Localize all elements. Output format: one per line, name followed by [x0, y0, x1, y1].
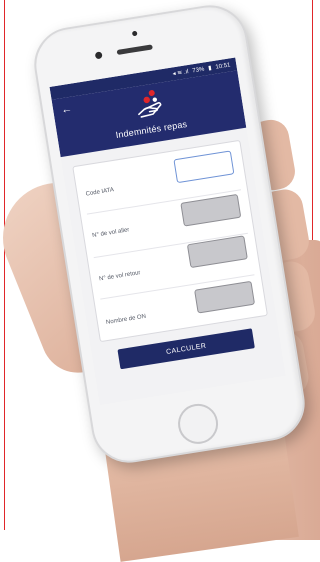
field-label: Code IATA: [85, 187, 115, 198]
field-label: N° de vol aller: [91, 227, 130, 240]
signal-icons: ◂ ≋ .ıl: [172, 69, 190, 78]
code-iata-input[interactable]: [173, 150, 235, 184]
nombre-on-input[interactable]: [194, 280, 256, 314]
frame-left-border: [4, 0, 5, 530]
field-label: Nombre de ON: [105, 313, 147, 326]
field-label: N° de vol retour: [98, 270, 141, 283]
vol-aller-input[interactable]: [180, 193, 242, 227]
clock: 10:51: [214, 61, 231, 71]
phone-device: ◂ ≋ .ıl 73% ▮ 10:51 ← Indemnités repas C…: [28, 0, 311, 469]
arrow-left-icon[interactable]: ←: [60, 103, 73, 117]
battery-icon: ▮: [207, 65, 213, 72]
hand-with-dots-icon: [138, 90, 162, 118]
form-card: Code IATA N° de vol aller N° de vol reto…: [72, 139, 268, 343]
battery-level: 73%: [191, 66, 205, 74]
